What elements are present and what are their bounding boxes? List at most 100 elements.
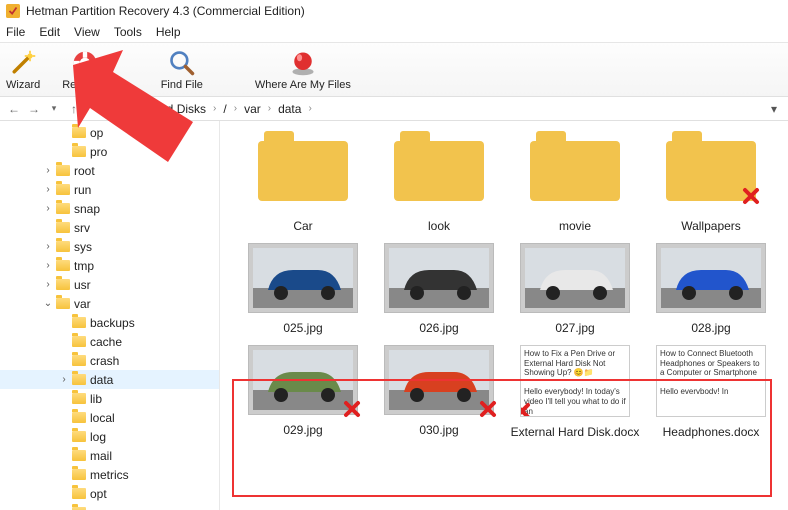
app-logo-icon: [6, 4, 20, 18]
item-caption: 028.jpg: [691, 321, 730, 335]
title-bar: Hetman Partition Recovery 4.3 (Commercia…: [0, 0, 788, 22]
menu-edit[interactable]: Edit: [39, 25, 60, 39]
nav-back-icon[interactable]: ←: [6, 101, 22, 117]
folder-icon: [72, 374, 86, 385]
tree-row-snap[interactable]: ›snap: [0, 199, 219, 218]
twisty-closed-icon[interactable]: ›: [42, 203, 54, 214]
folder-item[interactable]: Wallpapers: [646, 141, 776, 233]
tree-row-pro[interactable]: pro: [0, 142, 219, 161]
folder-icon: [56, 279, 70, 290]
folder-item[interactable]: Car: [238, 141, 368, 233]
menu-view[interactable]: View: [74, 25, 100, 39]
tree-row-opt[interactable]: opt: [0, 484, 219, 503]
tree-label: mail: [90, 449, 112, 463]
tree-row-data[interactable]: › data: [0, 370, 219, 389]
tree-row-var[interactable]: ⌄var: [0, 294, 219, 313]
folder-icon: [72, 355, 86, 366]
folder-icon: [56, 260, 70, 271]
twisty-closed-icon[interactable]: ›: [42, 279, 54, 290]
tree-row-root[interactable]: ›root: [0, 161, 219, 180]
breadcrumb-seg[interactable]: data: [278, 102, 301, 116]
tree-row-tmp[interactable]: ›tmp: [0, 256, 219, 275]
menu-help[interactable]: Help: [156, 25, 181, 39]
image-thumbnail: [384, 243, 494, 313]
tree-row-metrics[interactable]: metrics: [0, 465, 219, 484]
folder-item[interactable]: look: [374, 141, 504, 233]
item-caption: 027.jpg: [555, 321, 594, 335]
folder-icon: [56, 298, 70, 309]
wizard-button[interactable]: Wizard: [6, 49, 40, 91]
find-file-button[interactable]: Find File: [161, 49, 203, 91]
twisty-closed-icon[interactable]: ›: [42, 165, 54, 176]
tree-row-usr[interactable]: › usr: [0, 275, 219, 294]
tree-row-lib[interactable]: lib: [0, 389, 219, 408]
folder-icon: [530, 141, 620, 201]
recovery-button[interactable]: Recovery: [62, 49, 108, 91]
menu-file[interactable]: File: [6, 25, 25, 39]
twisty-open-icon[interactable]: ⌄: [42, 298, 54, 309]
nav-up-icon[interactable]: ↑: [66, 101, 82, 117]
tree-row-local[interactable]: local: [0, 408, 219, 427]
tree-row-log[interactable]: log: [0, 427, 219, 446]
nav-forward-icon[interactable]: →: [26, 101, 42, 117]
menu-bar: File Edit View Tools Help: [0, 22, 788, 42]
deleted-x-icon: [479, 400, 497, 418]
image-item[interactable]: 029.jpg: [238, 345, 368, 439]
item-caption: 026.jpg: [419, 321, 458, 335]
breadcrumb-seg[interactable]: nted Disks: [150, 102, 206, 116]
menu-tools[interactable]: Tools: [114, 25, 142, 39]
document-item[interactable]: How to Connect Bluetooth Headphones or S…: [646, 345, 776, 439]
image-item[interactable]: 027.jpg: [510, 243, 640, 335]
tree-label: srv: [74, 221, 90, 235]
tree-row-backups[interactable]: backups: [0, 313, 219, 332]
address-dropdown-icon[interactable]: ▾: [766, 102, 782, 116]
image-thumbnail: [656, 243, 766, 313]
wand-icon: [9, 49, 37, 77]
item-caption: 030.jpg: [419, 423, 458, 437]
twisty-closed-icon[interactable]: ›: [42, 260, 54, 271]
deleted-x-icon: [520, 402, 531, 417]
tree-row-op[interactable]: op: [0, 123, 219, 142]
folder-icon: [56, 165, 70, 176]
tree-row-srv[interactable]: srv: [0, 218, 219, 237]
tree-label: backups: [90, 316, 135, 330]
tree-label: op: [90, 126, 103, 140]
tree-label: data: [90, 373, 113, 387]
tree-label: run: [74, 183, 91, 197]
lifebuoy-icon: [71, 49, 99, 77]
nav-history-icon[interactable]: ▾: [46, 101, 62, 117]
folder-icon: [56, 241, 70, 252]
window-title: Hetman Partition Recovery 4.3 (Commercia…: [26, 4, 305, 18]
folder-tree[interactable]: oppro›root›run›snapsrv›sys›tmp›usr⌄varba…: [0, 121, 220, 510]
image-thumbnail: [248, 345, 358, 415]
image-item[interactable]: 026.jpg: [374, 243, 504, 335]
where-files-button[interactable]: Where Are My Files: [255, 49, 351, 91]
twisty-closed-icon[interactable]: ›: [58, 374, 70, 385]
twisty-closed-icon[interactable]: ›: [42, 241, 54, 252]
breadcrumb-seg[interactable]: /: [223, 102, 226, 116]
tree-label: usr: [74, 278, 91, 292]
image-item[interactable]: 025.jpg: [238, 243, 368, 335]
folder-icon: [394, 141, 484, 201]
item-caption: Headphones.docx: [663, 425, 760, 439]
tree-label: lib: [90, 392, 102, 406]
tree-row-snap[interactable]: ›snap: [0, 503, 219, 510]
breadcrumb-seg[interactable]: var: [244, 102, 261, 116]
image-item[interactable]: 028.jpg: [646, 243, 776, 335]
tree-row-sys[interactable]: ›sys: [0, 237, 219, 256]
tree-label: pro: [90, 145, 107, 159]
image-item[interactable]: 030.jpg: [374, 345, 504, 439]
tree-row-run[interactable]: › run: [0, 180, 219, 199]
tree-row-mail[interactable]: mail: [0, 446, 219, 465]
address-bar: ← → ▾ ↑ nted Disks › / › var › data › ▾: [0, 97, 788, 121]
item-caption: look: [428, 219, 450, 233]
folder-item[interactable]: movie: [510, 141, 640, 233]
file-grid: Car look movieWallpapers 025.jpg 026.jpg 027.…: [220, 121, 788, 510]
wizard-label: Wizard: [6, 79, 40, 91]
tree-row-cache[interactable]: cache: [0, 332, 219, 351]
tree-label: log: [90, 430, 106, 444]
tree-row-crash[interactable]: crash: [0, 351, 219, 370]
document-thumbnail: How to Fix a Pen Drive or External Hard …: [520, 345, 630, 417]
twisty-closed-icon[interactable]: ›: [42, 184, 54, 195]
document-item[interactable]: How to Fix a Pen Drive or External Hard …: [510, 345, 640, 439]
